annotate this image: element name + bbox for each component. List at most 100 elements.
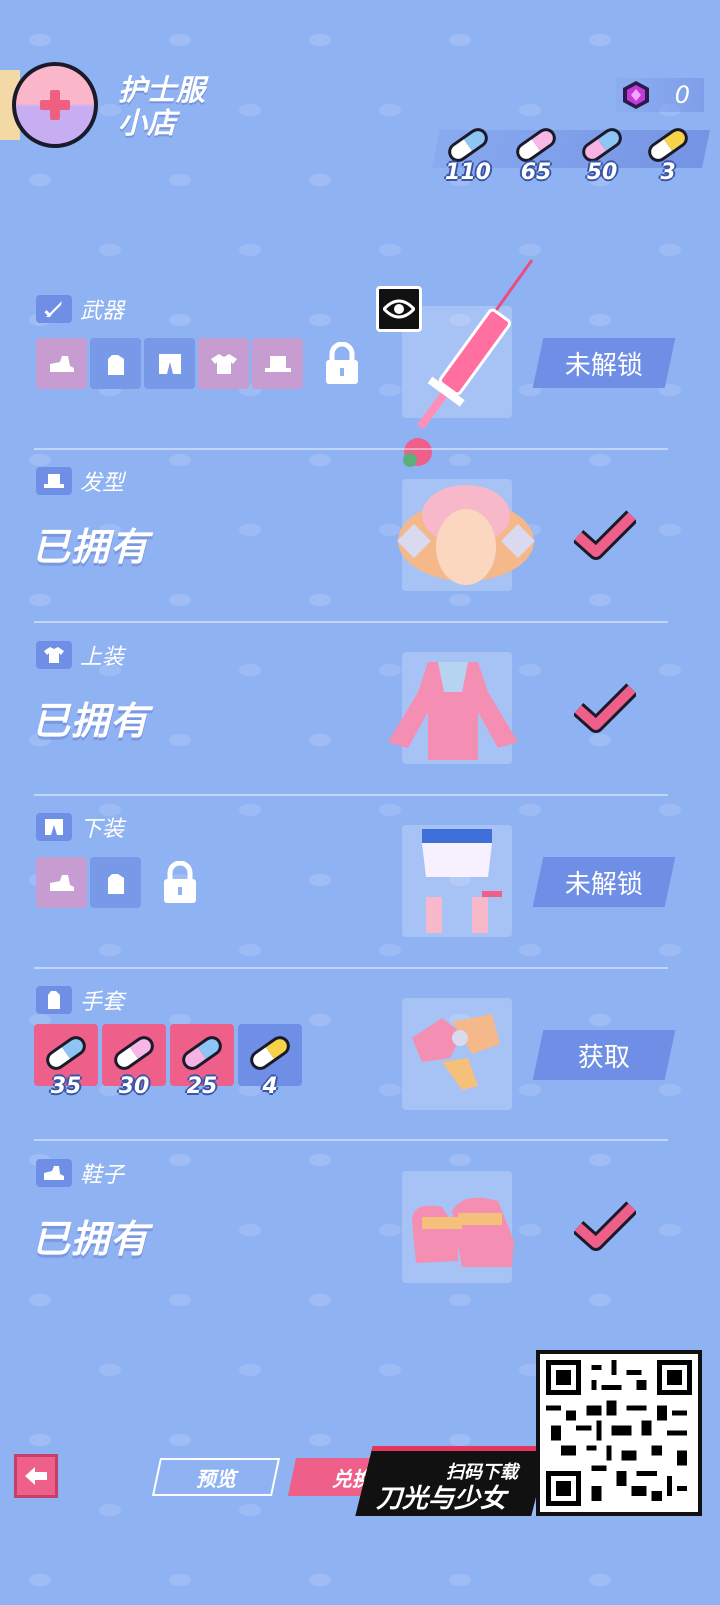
arrow-left-icon [25, 1467, 47, 1485]
preview-button[interactable]: 预览 [151, 1458, 281, 1496]
cost-count: 4 [262, 1074, 278, 1099]
pill-count: 110 [445, 160, 491, 185]
category-top: 上装 [36, 640, 124, 670]
row-divider [34, 967, 668, 969]
qr-code-icon [546, 1360, 692, 1506]
cost-count: 30 [118, 1074, 150, 1099]
bottom-preview[interactable] [402, 825, 512, 937]
action-label: 获取 [577, 1042, 630, 1073]
category-name: 发型 [80, 471, 125, 496]
eye-icon[interactable] [376, 286, 422, 332]
gloves-cost-list: 35 30 25 4 [34, 1024, 302, 1099]
category-name: 手套 [80, 990, 125, 1015]
pill-stat-pink: 65 [506, 120, 566, 190]
gem-icon [623, 81, 649, 109]
hat-icon [264, 355, 291, 372]
row-divider [34, 794, 668, 796]
nurse-shoes-icon [412, 1197, 514, 1267]
row-divider [34, 448, 668, 450]
pill-icon [114, 1036, 154, 1070]
gem-currency: 0 [616, 78, 704, 112]
slot-glove[interactable] [90, 338, 141, 389]
cost-pill-mixed: 25 [170, 1024, 234, 1099]
category-shoes: 鞋子 [36, 1158, 124, 1188]
pill-count: 50 [586, 160, 618, 185]
category-name: 鞋子 [80, 1163, 125, 1188]
gloves-obtain-button[interactable]: 获取 [532, 1030, 676, 1080]
shop-title: 护士服 小店 [118, 74, 258, 140]
nurse-top-icon [388, 662, 518, 760]
glove-icon [107, 354, 124, 375]
owned-status: 已拥有 [32, 525, 150, 569]
cost-pill-pink: 30 [102, 1024, 166, 1099]
cost-pill-blue: 35 [34, 1024, 98, 1099]
shoes-preview[interactable] [402, 1171, 514, 1283]
category-name: 上装 [80, 645, 125, 670]
action-label: 未解锁 [564, 869, 643, 900]
weapon-slots [36, 338, 362, 389]
slot-shorts[interactable] [144, 338, 195, 389]
glove-icon [107, 873, 124, 894]
preview-label: 预览 [196, 1466, 236, 1491]
pill-count: 3 [660, 160, 676, 185]
shorts-icon [36, 813, 72, 841]
action-label: 未解锁 [564, 350, 643, 381]
gem-count: 0 [674, 81, 690, 109]
shop-title-line2: 小店 [118, 106, 177, 140]
glove-icon [36, 986, 72, 1014]
cost-count: 35 [50, 1074, 82, 1099]
slot-shoe[interactable] [36, 338, 87, 389]
nurse-gloves-icon [412, 1014, 500, 1090]
pill-stat-mixed: 50 [572, 120, 632, 190]
shoe-icon [49, 874, 74, 891]
shop-title-line1: 护士服 [118, 73, 206, 107]
gloves-preview[interactable] [402, 998, 512, 1110]
pill-stat-blue: 110 [438, 120, 498, 190]
shop-avatar [12, 62, 98, 148]
bottom-locked-button[interactable]: 未解锁 [532, 857, 676, 907]
check-icon [574, 1201, 636, 1251]
category-hair: 发型 [36, 466, 124, 496]
row-divider [34, 621, 668, 623]
shoe-icon [49, 355, 74, 372]
hat-icon [36, 467, 72, 495]
category-name: 下装 [80, 817, 125, 842]
slot-shirt[interactable] [198, 338, 249, 389]
category-weapon: 武器 [36, 294, 124, 324]
back-button[interactable] [14, 1454, 58, 1498]
nurse-skirt-icon [422, 829, 502, 933]
top-preview[interactable] [388, 652, 518, 764]
shirt-icon [36, 641, 72, 669]
pill-count: 65 [520, 160, 552, 185]
check-icon [574, 683, 636, 733]
promo-title: 刀光与少女 [376, 1484, 507, 1514]
owned-status: 已拥有 [32, 699, 150, 743]
cost-count: 25 [186, 1074, 218, 1099]
category-name: 武器 [80, 299, 125, 324]
lock-icon [164, 861, 196, 903]
category-gloves: 手套 [36, 985, 124, 1015]
slot-shoe[interactable] [36, 857, 87, 908]
lock-icon [326, 342, 358, 384]
pill-stat-gold: 3 [638, 120, 698, 190]
shoe-icon [36, 1159, 72, 1187]
qr-code [536, 1350, 702, 1516]
pill-icon [46, 1036, 86, 1070]
slot-glove[interactable] [90, 857, 141, 908]
row-divider [34, 1139, 668, 1141]
hair-preview[interactable] [397, 479, 535, 591]
nurse-hair-icon [397, 485, 535, 585]
bottom-slots [36, 857, 200, 908]
check-icon [574, 510, 636, 560]
sword-icon [36, 295, 72, 323]
nurse-cross-icon [40, 90, 70, 120]
shirt-icon [210, 353, 237, 374]
category-bottom: 下装 [36, 812, 124, 842]
cost-pill-gold: 4 [238, 1024, 302, 1099]
pill-icon [182, 1036, 222, 1070]
pill-icon [250, 1036, 290, 1070]
weapon-locked-button[interactable]: 未解锁 [532, 338, 676, 388]
shorts-icon [158, 353, 181, 374]
shop-header: 护士服 小店 [0, 62, 260, 152]
slot-hat[interactable] [252, 338, 303, 389]
